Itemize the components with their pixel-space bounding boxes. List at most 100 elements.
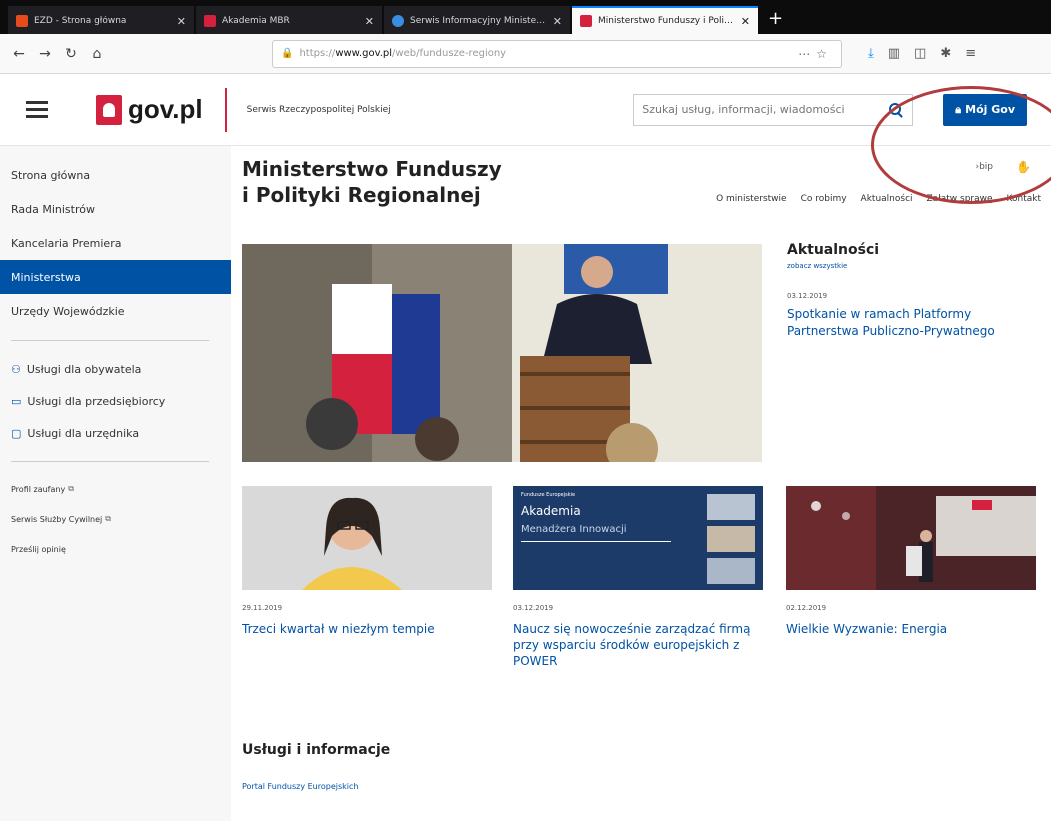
- bip-label: bip: [979, 162, 993, 172]
- news-featured-date: 03.12.2019: [787, 292, 828, 300]
- monitor-icon: ▢: [11, 426, 22, 440]
- search-icon[interactable]: [888, 102, 904, 118]
- close-tab-icon[interactable]: ✕: [177, 15, 186, 28]
- news-card[interactable]: 02.12.2019 Wielkie Wyzwanie: Energia: [786, 486, 1036, 637]
- main-content: Ministerstwo Funduszy i Polityki Regiona…: [231, 146, 1051, 821]
- moj-gov-button[interactable]: 🔒︎ Mój Gov: [943, 93, 1027, 126]
- news-panel: Aktualności zobacz wszystkie 03.12.2019 …: [787, 242, 1037, 340]
- page-title-line2: i Polityki Regionalnej: [242, 183, 481, 207]
- url-domain: www.gov.pl: [335, 48, 393, 59]
- favicon-icon: [16, 15, 28, 27]
- hero-image[interactable]: [242, 244, 762, 462]
- news-card-image: [786, 486, 1036, 590]
- library-icon[interactable]: ▥: [888, 46, 900, 61]
- news-featured-link[interactable]: Spotkanie w ramach Platformy Partnerstwa…: [787, 306, 1037, 340]
- sidebar-link-trusted-profile[interactable]: Profil zaufany ⧉: [0, 474, 231, 504]
- close-tab-icon[interactable]: ✕: [553, 15, 562, 28]
- page-title: Ministerstwo Funduszy i Polityki Regiona…: [242, 156, 562, 208]
- close-tab-icon[interactable]: ✕: [741, 15, 750, 28]
- browser-tab-active[interactable]: Ministerstwo Funduszy i Polityki Regiona…: [572, 6, 758, 34]
- sidebar-item-ministries[interactable]: Ministerstwa: [0, 260, 231, 294]
- news-card-title[interactable]: Wielkie Wyzwanie: Energia: [786, 621, 1036, 637]
- portal-link[interactable]: Portal Funduszy Europejskich: [242, 782, 358, 791]
- page-title-line1: Ministerstwo Funduszy: [242, 157, 502, 181]
- tab-label: Serwis Informacyjny Ministerstwa: [410, 16, 547, 26]
- banner-title-line2: Menadżera Innowacji: [521, 524, 627, 535]
- sidebar: Strona główna Rada Ministrów Kancelaria …: [0, 146, 231, 821]
- sidebar-item-label: Strona główna: [11, 168, 91, 182]
- browser-tab-bar: EZD - Strona główna ✕ Akademia MBR ✕ Ser…: [0, 0, 1051, 34]
- sidebar-item-chancellery[interactable]: Kancelaria Premiera: [0, 226, 231, 260]
- browser-toolbar: ⤓ ▥ ◫ ✱ ≡: [868, 46, 976, 61]
- site-header: gov.pl Serwis Rzeczypospolitej Polskiej …: [0, 74, 1051, 146]
- sidebar-service-citizen[interactable]: ⚇ Usługi dla obywatela: [0, 353, 231, 385]
- page-actions-icon[interactable]: ⋯☆: [798, 47, 833, 61]
- forward-arrow-icon[interactable]: →: [34, 43, 56, 65]
- ministry-nav: O ministerstwie Co robimy Aktualności Za…: [716, 194, 1041, 204]
- sidebar-link-feedback[interactable]: Prześlij opinię: [0, 534, 231, 564]
- lock-icon: 🔒: [281, 48, 294, 59]
- news-card-image: Fundusze Europejskie Akademia Menadżera …: [513, 486, 763, 590]
- hero-photo-illustration: [242, 244, 762, 462]
- news-card-date: 29.11.2019: [242, 604, 283, 612]
- new-tab-button[interactable]: +: [760, 6, 791, 34]
- external-link-icon: ⧉: [68, 484, 74, 493]
- home-icon[interactable]: ⌂: [86, 43, 108, 65]
- browser-tab[interactable]: Serwis Informacyjny Ministerstwa ✕: [384, 6, 570, 34]
- sidebar-service-business[interactable]: ▭ Usługi dla przedsiębiorcy: [0, 385, 231, 417]
- sidebar-item-council[interactable]: Rada Ministrów: [0, 192, 231, 226]
- sidebar-item-label: Kancelaria Premiera: [11, 236, 122, 250]
- lock-icon: 🔒︎: [955, 102, 962, 116]
- sidebar-link-civil-service[interactable]: Serwis Służby Cywilnej ⧉: [0, 504, 231, 534]
- search-input[interactable]: [642, 103, 889, 116]
- sidebar-item-label: Urzędy Wojewódzkie: [11, 304, 125, 318]
- moj-gov-label: Mój Gov: [965, 103, 1015, 116]
- download-icon[interactable]: ⤓: [868, 46, 874, 61]
- sign-language-icon[interactable]: ✋: [1016, 160, 1031, 174]
- sidebar-item-home[interactable]: Strona główna: [0, 158, 231, 192]
- hamburger-menu-icon[interactable]: [26, 101, 48, 118]
- sidebar-item-voivodeship[interactable]: Urzędy Wojewódzkie: [0, 294, 231, 328]
- news-card-title[interactable]: Naucz się nowocześnie zarządzać firmą pr…: [513, 621, 763, 669]
- back-arrow-icon[interactable]: ←: [8, 43, 30, 65]
- url-bar[interactable]: 🔒 https:// www.gov.pl /web/fundusze-regi…: [272, 39, 842, 68]
- search-box: [633, 93, 914, 126]
- gov-pl-logo[interactable]: gov.pl: [96, 94, 203, 125]
- news-card[interactable]: Fundusze Europejskie Akademia Menadżera …: [513, 486, 763, 669]
- sidebar-link-label: Prześlij opinię: [11, 544, 66, 554]
- browser-tab[interactable]: Akademia MBR ✕: [196, 6, 382, 34]
- eagle-emblem-icon: [96, 94, 122, 125]
- sidebar-item-label: Usługi dla obywatela: [26, 362, 142, 376]
- portrait-photo: [242, 486, 492, 590]
- news-card-image: [242, 486, 492, 590]
- ministry-nav-services[interactable]: Załatw sprawę: [927, 194, 993, 204]
- reload-icon[interactable]: ↻: [60, 43, 82, 65]
- news-card[interactable]: 29.11.2019 Trzeci kwartał w niezłym temp…: [242, 486, 492, 637]
- sidebar-item-label: Ministerstwa: [11, 270, 81, 284]
- sidebar-service-official[interactable]: ▢ Usługi dla urzędnika: [0, 417, 231, 449]
- browser-tab[interactable]: EZD - Strona główna ✕: [8, 6, 194, 34]
- banner-rule: [521, 541, 671, 542]
- url-path: /web/fundusze-regiony: [392, 48, 507, 59]
- news-card-title[interactable]: Trzeci kwartał w niezłym tempie: [242, 621, 492, 637]
- favicon-icon: [204, 15, 216, 27]
- menu-icon[interactable]: ≡: [965, 46, 976, 61]
- briefcase-icon: ▭: [11, 394, 22, 408]
- extension-icon[interactable]: ✱: [940, 46, 951, 61]
- banner-photo: [707, 494, 755, 520]
- sidebar-item-label: Rada Ministrów: [11, 202, 95, 216]
- close-tab-icon[interactable]: ✕: [365, 15, 374, 28]
- news-card-date: 02.12.2019: [786, 604, 827, 612]
- ministry-nav-contact[interactable]: Kontakt: [1007, 194, 1041, 204]
- ministry-nav-news[interactable]: Aktualności: [861, 194, 913, 204]
- ministry-nav-what-we-do[interactable]: Co robimy: [801, 194, 847, 204]
- news-see-all-link[interactable]: zobacz wszystkie: [787, 262, 1037, 270]
- sidebar-divider: [11, 340, 209, 341]
- logo-text: gov.pl: [128, 94, 203, 124]
- bip-logo[interactable]: ›bip: [975, 162, 993, 172]
- sidebar-toggle-icon[interactable]: ◫: [914, 46, 926, 61]
- favicon-icon: [580, 15, 592, 27]
- external-link-icon: ⧉: [105, 514, 111, 523]
- banner-title-line1: Akademia: [521, 504, 581, 518]
- ministry-nav-about[interactable]: O ministerstwie: [716, 194, 787, 204]
